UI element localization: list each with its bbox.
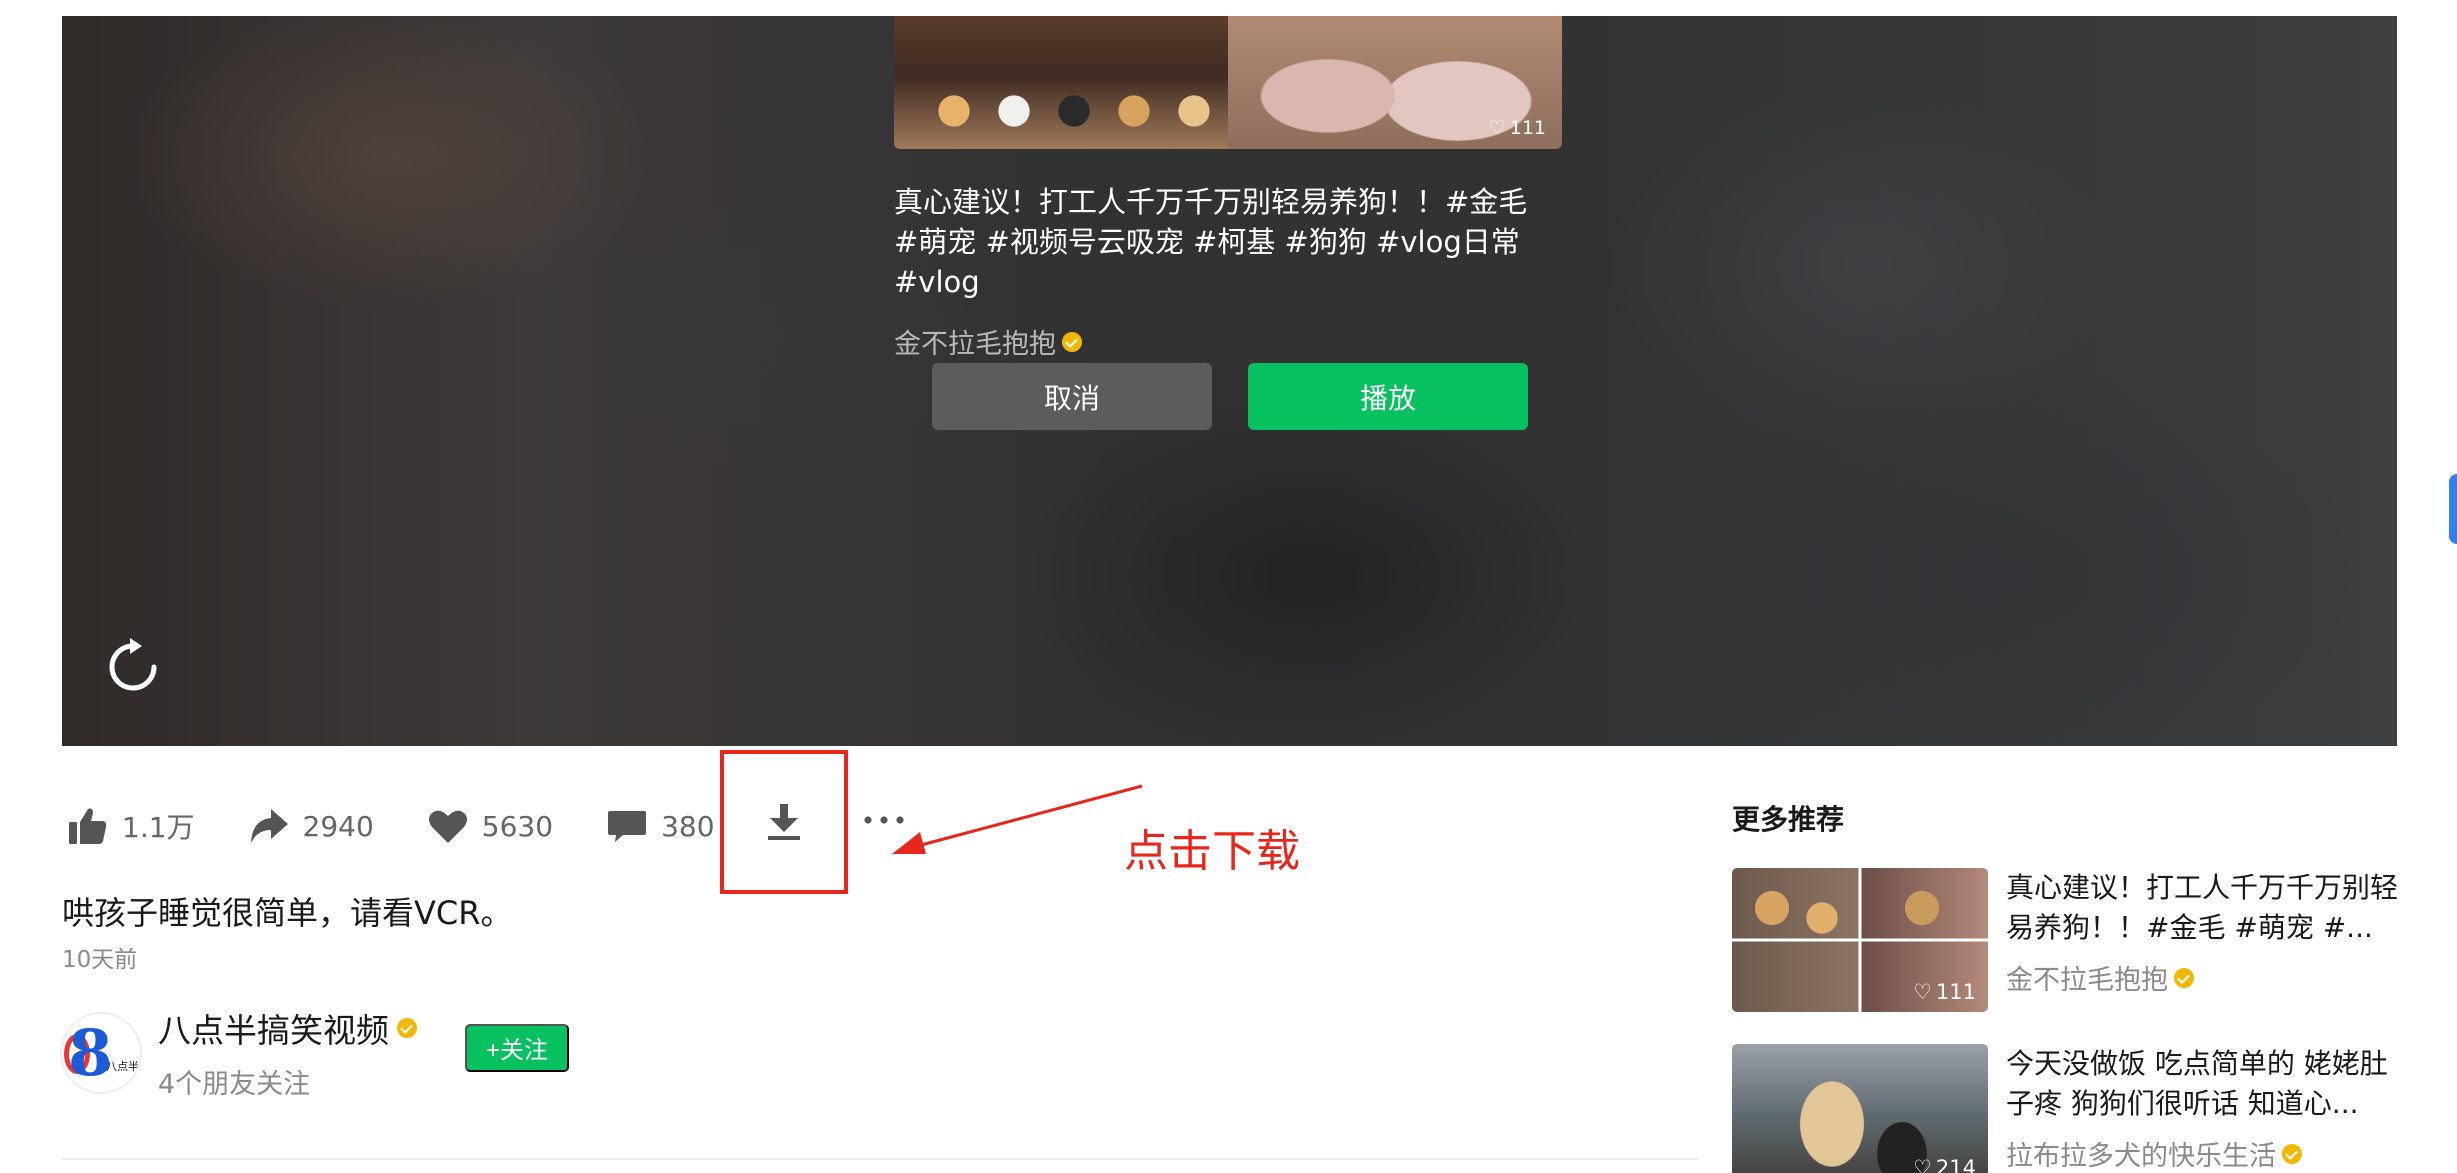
recommendation-title[interactable]: 今天没做饭 吃点简单的 姥姥肚子疼 狗狗们很听话 知道心...: [2006, 1044, 2406, 1124]
avatar-logo-text: 八点半: [106, 1059, 139, 1073]
avatar[interactable]: 8 八点半: [60, 1011, 142, 1094]
recommended-video-author[interactable]: 金不拉毛抱抱: [894, 322, 1562, 361]
recommendation-item[interactable]: ♡ 111 真心建议！打工人千万千万别轻易养狗！！#金毛 #萌宠 #... 金不…: [1732, 868, 2412, 1012]
recommended-author-name: 金不拉毛抱抱: [894, 329, 1056, 360]
heart-outline-icon: ♡: [1488, 117, 1506, 139]
friends-following: 4个朋友关注: [158, 1069, 311, 1100]
play-button[interactable]: 播放: [1248, 363, 1528, 430]
thumbnail-left-image: [894, 16, 1228, 149]
verified-badge-icon: [2282, 1143, 2302, 1164]
recommendation-thumbnail[interactable]: ♡ 214: [1732, 1044, 1988, 1173]
verified-badge-icon: [2174, 967, 2194, 988]
recommendation-author[interactable]: 金不拉毛抱抱: [2006, 958, 2406, 997]
post-time: 10天前: [62, 947, 138, 973]
replay-icon[interactable]: [102, 636, 164, 698]
follow-button[interactable]: +关注: [465, 1023, 569, 1072]
annotation-arrow-icon: [892, 784, 1143, 854]
recommendation-title[interactable]: 真心建议！打工人千万千万别轻易养狗！！#金毛 #萌宠 #...: [2006, 868, 2406, 948]
cancel-button[interactable]: 取消: [932, 363, 1212, 430]
heart-outline-icon: ♡: [1913, 1156, 1932, 1173]
side-floating-tab[interactable]: [2449, 474, 2457, 544]
download-icon[interactable]: [762, 800, 806, 844]
author-name[interactable]: 八点半搞笑视频: [158, 1004, 417, 1052]
recommendation-info: 真心建议！打工人千万千万别轻易养狗！！#金毛 #萌宠 #... 金不拉毛抱抱: [2006, 868, 2406, 1012]
recommended-video-thumbnail[interactable]: ♡ 111: [894, 16, 1562, 149]
recommendation-info: 今天没做饭 吃点简单的 姥姥肚子疼 狗狗们很听话 知道心... 拉布拉多犬的快乐…: [2006, 1044, 2406, 1173]
thumbnail-likes-count: 111: [1509, 117, 1546, 139]
like-button[interactable]: 1.1万: [66, 804, 195, 848]
share-button[interactable]: 2940: [247, 804, 374, 848]
more-recommendations-title: 更多推荐: [1732, 803, 1845, 836]
recommendation-likes-count: 111: [1935, 980, 1976, 1004]
recommendation-author-name: 拉布拉多犬的快乐生活: [2006, 1141, 2276, 1172]
favorite-count: 5630: [481, 809, 554, 843]
comment-count: 380: [661, 809, 715, 843]
recommendation-likes-count: 214: [1935, 1156, 1976, 1173]
video-description: 哄孩子睡觉很简单，请看VCR。: [62, 894, 513, 932]
action-bar: 1.1万 2940 5630 380: [66, 798, 767, 854]
author-info: 八点半搞笑视频 4个朋友关注: [158, 1004, 417, 1101]
download-annotation-label: 点击下载: [1124, 826, 1300, 877]
recommendation-author-name: 金不拉毛抱抱: [2006, 965, 2168, 996]
avatar-logo-mark: 8: [68, 1015, 113, 1091]
heart-outline-icon: ♡: [1913, 980, 1932, 1004]
verified-badge-icon: [1062, 331, 1082, 352]
comment-bubble-icon: [608, 811, 647, 842]
recommendation-likes: ♡ 111: [1913, 980, 1976, 1004]
recommended-video-card[interactable]: ♡ 111 真心建议！打工人千万千万别轻易养狗！！#金毛 #萌宠 #视频号云吸宠…: [894, 16, 1562, 361]
video-player[interactable]: ♡ 111 真心建议！打工人千万千万别轻易养狗！！#金毛 #萌宠 #视频号云吸宠…: [62, 16, 2397, 746]
share-count: 2940: [302, 809, 374, 843]
author-name-text: 八点半搞笑视频: [158, 1011, 389, 1050]
favorite-button[interactable]: 5630: [426, 804, 553, 848]
recommendation-likes: ♡ 214: [1913, 1156, 1976, 1173]
section-divider: [62, 1158, 1698, 1160]
heart-icon: [428, 810, 467, 843]
share-arrow-icon: [250, 809, 288, 843]
like-count: 1.1万: [122, 811, 195, 844]
recommendation-item[interactable]: ♡ 214 今天没做饭 吃点简单的 姥姥肚子疼 狗狗们很听话 知道心... 拉布…: [1732, 1044, 2412, 1173]
thumbnail-likes: ♡ 111: [1489, 117, 1546, 139]
recommendation-author[interactable]: 拉布拉多犬的快乐生活: [2006, 1134, 2406, 1173]
thumbs-up-icon: [69, 808, 107, 844]
comment-button[interactable]: 380: [605, 804, 715, 848]
verified-badge-icon: [397, 1018, 417, 1038]
recommended-video-title[interactable]: 真心建议！打工人千万千万别轻易养狗！！#金毛 #萌宠 #视频号云吸宠 #柯基 #…: [894, 182, 1554, 302]
recommendation-thumbnail[interactable]: ♡ 111: [1732, 868, 1988, 1012]
author-row: 8 八点半 八点半搞笑视频 4个朋友关注 +关注: [60, 1004, 569, 1101]
